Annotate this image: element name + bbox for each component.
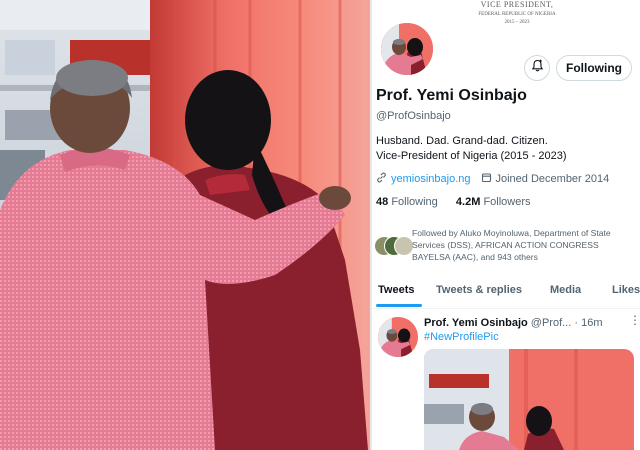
profile-tabs: Tweets Tweets & replies Media Likes — [372, 276, 640, 309]
tweet-hashtag[interactable]: #NewProfilePic — [424, 331, 499, 343]
followed-by-text[interactable]: Followed by Aluko Moyinoluwa, Department… — [412, 227, 636, 263]
banner-years: 2015 – 2023 — [504, 20, 530, 25]
avatar — [394, 236, 414, 256]
bio-line: Vice-President of Nigeria (2015 - 2023) — [376, 150, 567, 162]
link-icon — [376, 172, 387, 186]
tab-tweets[interactable]: Tweets — [378, 284, 414, 296]
tweet-header: Prof. Yemi Osinbajo @Prof... · 16m — [424, 317, 602, 329]
banner-subtitle: FEDERAL REPUBLIC OF NIGERIA — [478, 12, 556, 17]
tab-likes[interactable]: Likes — [612, 284, 640, 296]
followers-label: Followers — [483, 196, 531, 208]
profile-bio: Husband. Dad. Grand-dad. Citizen. Vice-P… — [376, 134, 638, 164]
notifications-button[interactable] — [524, 55, 550, 81]
mutual-follower-avatars[interactable] — [374, 236, 414, 256]
profile-photo — [0, 0, 370, 450]
bell-plus-icon — [531, 59, 544, 77]
following-button[interactable]: Following — [556, 55, 632, 81]
profile-handle: @ProfOsinbajo — [376, 110, 451, 122]
banner-title: VICE PRESIDENT, — [480, 0, 554, 9]
tweet-media[interactable] — [424, 349, 634, 450]
active-tab-indicator — [376, 304, 422, 307]
joined-date: Joined December 2014 — [495, 173, 610, 185]
tab-media[interactable]: Media — [550, 284, 581, 296]
bio-line: Husband. Dad. Grand-dad. Citizen. — [376, 135, 548, 147]
website-link[interactable]: yemiosinbajo.ng — [391, 173, 471, 185]
tweet-time[interactable]: · 16m — [574, 317, 602, 329]
profile-name: Prof. Yemi Osinbajo — [376, 87, 527, 104]
tab-tweets-replies[interactable]: Tweets & replies — [436, 284, 522, 296]
tweet-avatar[interactable] — [378, 317, 418, 357]
tweet-author-handle: @Prof... — [530, 317, 572, 329]
profile-meta: yemiosinbajo.ng Joined December 2014 — [376, 172, 609, 186]
more-icon[interactable]: ⋮ — [629, 313, 640, 327]
tweet-author-name[interactable]: Prof. Yemi Osinbajo — [424, 317, 528, 329]
calendar-icon — [481, 172, 492, 186]
followers-link[interactable]: 4.2M Followers — [456, 196, 531, 208]
following-count: 48 — [376, 196, 389, 208]
followers-count: 4.2M — [455, 196, 481, 208]
profile-avatar[interactable] — [378, 20, 436, 78]
following-label: Following — [391, 196, 438, 208]
follow-counts: 48 Following 4.2M Followers — [376, 196, 531, 208]
following-link[interactable]: 48 Following — [376, 196, 438, 208]
twitter-profile: VICE PRESIDENT, FEDERAL REPUBLIC OF NIGE… — [372, 0, 640, 450]
tweet[interactable]: Prof. Yemi Osinbajo @Prof... · 16m ⋮ #Ne… — [372, 309, 640, 450]
